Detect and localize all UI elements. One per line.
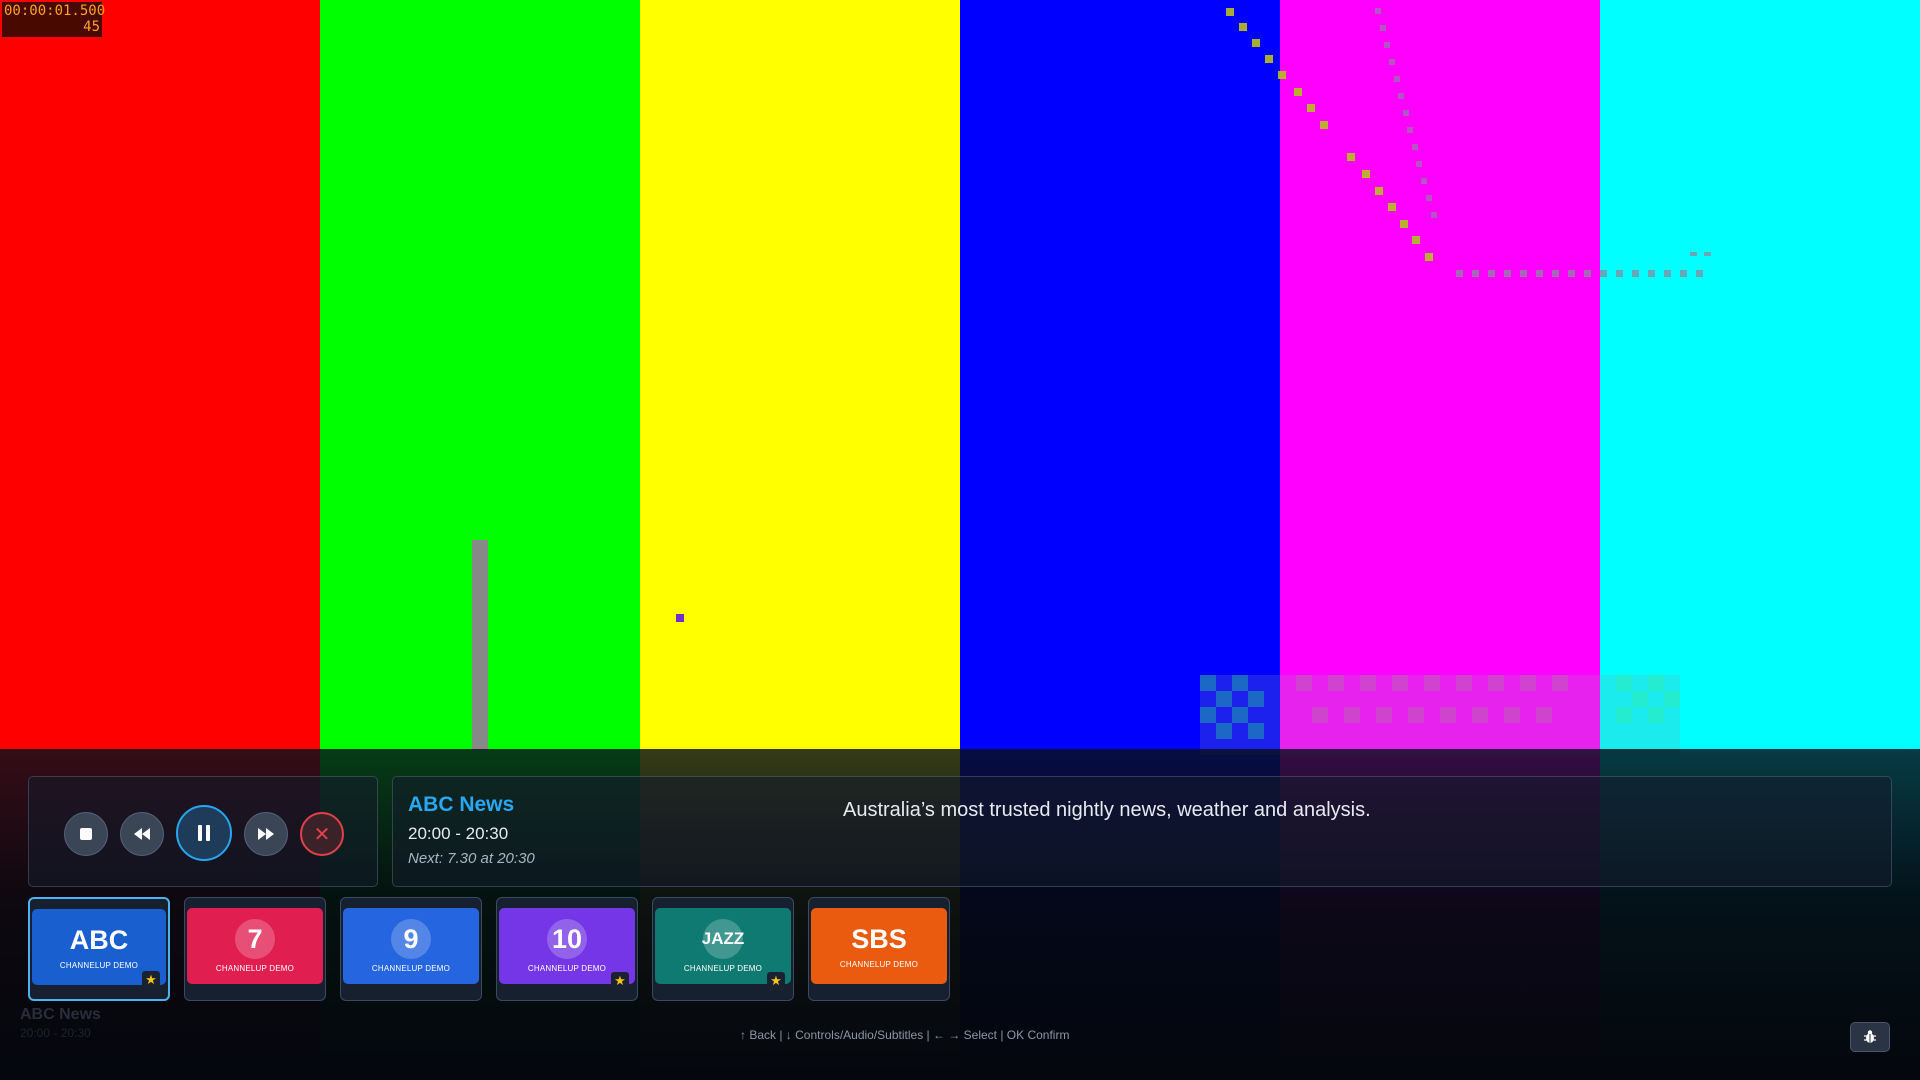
channel-logo: SBS CHANNELUP DEMO <box>811 908 947 984</box>
playback-controls: ✕ <box>28 776 378 887</box>
favorite-star-icon: ★ <box>142 971 160 989</box>
ghost-program-title: ABC News <box>20 1006 101 1023</box>
program-time: 20:00 - 20:30 <box>408 824 509 843</box>
close-icon: ✕ <box>313 823 331 846</box>
channel-sub: CHANNELUP DEMO <box>59 961 139 970</box>
channel-tile-10[interactable]: 10 CHANNELUP DEMO ★ <box>496 897 638 1001</box>
rewind-icon <box>134 828 150 840</box>
timecode-overlay: 00:00:01.500 45 <box>2 2 106 37</box>
channel-name: 10 <box>551 924 583 954</box>
channel-name: ABC <box>69 925 129 955</box>
close-button[interactable]: ✕ <box>300 812 344 856</box>
channel-tile-sbs[interactable]: SBS CHANNELUP DEMO <box>808 897 950 1001</box>
stop-button[interactable] <box>64 812 108 856</box>
channel-tile-9[interactable]: 9 CHANNELUP DEMO <box>340 897 482 1001</box>
stop-icon <box>80 828 92 840</box>
program-title: ABC News <box>408 793 515 816</box>
channel-sub: CHANNELUP DEMO <box>839 960 919 969</box>
program-next: Next: 7.30 at 20:30 <box>408 850 535 867</box>
channel-sub: CHANNELUP DEMO <box>683 964 763 973</box>
channel-sub: CHANNELUP DEMO <box>371 964 451 973</box>
ghost-program-time: 20:00 - 20:30 <box>20 1026 91 1040</box>
pause-button[interactable] <box>176 805 232 861</box>
channel-badge: 7 <box>235 919 275 959</box>
purple-dot-artifact <box>676 614 684 622</box>
channel-name: 9 <box>403 924 419 954</box>
channel-name: 7 <box>247 924 263 954</box>
channel-logo: 9 CHANNELUP DEMO <box>343 908 479 984</box>
debug-button[interactable] <box>1850 1022 1890 1052</box>
favorite-star-icon: ★ <box>611 972 629 990</box>
channel-sub: CHANNELUP DEMO <box>527 964 607 973</box>
channel-badge: 9 <box>391 919 431 959</box>
channel-name: JAZZ <box>701 929 745 948</box>
channel-sub: CHANNELUP DEMO <box>215 964 295 973</box>
channel-badge: 10 <box>547 919 587 959</box>
channel-name: SBS <box>851 924 907 954</box>
rewind-button[interactable] <box>120 812 164 856</box>
pause-icon <box>198 825 210 841</box>
timecode-frame: 45 <box>83 19 100 35</box>
timecode-time: 00:00:01.500 <box>4 3 106 19</box>
key-hint-bar: ↑ Back | ↓ Controls/Audio/Subtitles | ← … <box>740 1028 1070 1042</box>
program-description: Australia’s most trusted nightly news, w… <box>843 799 1371 821</box>
channel-tile-7[interactable]: 7 CHANNELUP DEMO <box>184 897 326 1001</box>
channel-badge: JAZZ <box>701 919 745 959</box>
channel-logo: 7 CHANNELUP DEMO <box>187 908 323 984</box>
channel-tile-jazz[interactable]: JAZZ CHANNELUP DEMO ★ <box>652 897 794 1001</box>
channel-tile-abc[interactable]: ABC CHANNELUP DEMO ★ <box>28 897 170 1001</box>
bug-icon <box>1864 1030 1876 1043</box>
grey-bar-artifact <box>472 540 488 750</box>
program-info-panel: ABC News 20:00 - 20:30 Next: 7.30 at 20:… <box>392 776 1892 887</box>
fast-forward-icon <box>258 828 274 840</box>
favorite-star-icon: ★ <box>767 972 785 990</box>
fast-forward-button[interactable] <box>244 812 288 856</box>
